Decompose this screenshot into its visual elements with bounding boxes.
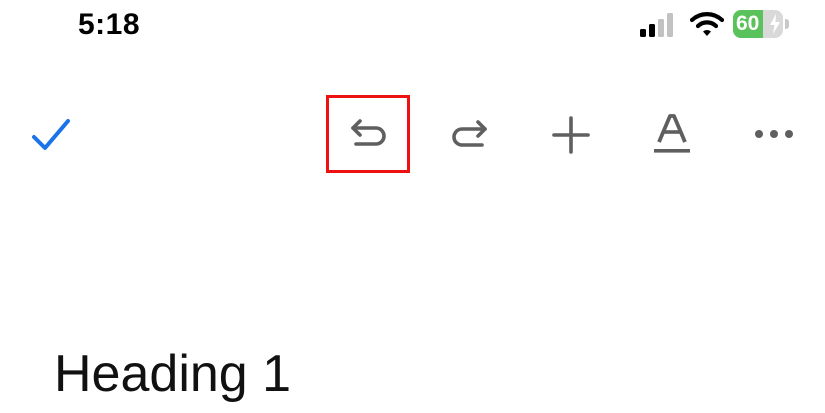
status-time: 5:18 <box>78 8 141 41</box>
plus-icon <box>552 116 590 154</box>
undo-button[interactable] <box>326 95 410 173</box>
redo-icon <box>452 120 487 147</box>
undo-icon <box>351 119 386 146</box>
battery-cap <box>785 19 789 29</box>
charging-bolt-icon <box>770 14 780 34</box>
text-format-button[interactable] <box>652 112 692 156</box>
battery-indicator: 60 <box>733 10 789 38</box>
document-heading[interactable]: Heading 1 <box>54 342 291 406</box>
wifi-icon <box>689 11 725 37</box>
checkmark-icon <box>32 119 70 150</box>
text-format-icon <box>654 114 690 153</box>
done-button[interactable] <box>30 116 72 154</box>
battery-level: 60 <box>736 12 760 35</box>
more-options-button[interactable] <box>754 124 794 144</box>
battery-body: 60 <box>733 10 783 38</box>
insert-button[interactable] <box>552 116 590 154</box>
cellular-signal-icon <box>639 12 675 38</box>
redo-button[interactable] <box>450 116 490 156</box>
more-horizontal-icon <box>755 130 793 138</box>
